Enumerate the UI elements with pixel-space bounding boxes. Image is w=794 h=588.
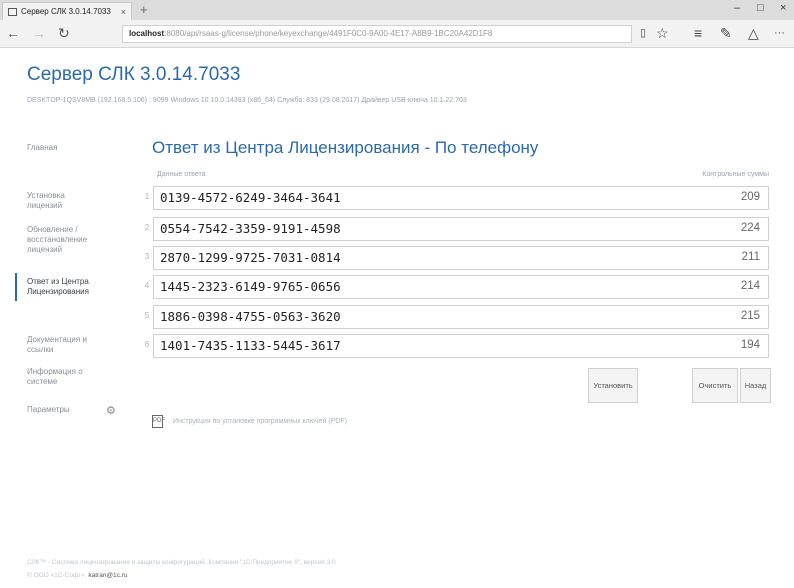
forward-arrow-icon[interactable]: → bbox=[32, 24, 46, 42]
tab-title: Сервер СЛК 3.0.14.7033 bbox=[21, 7, 111, 16]
back-button[interactable]: Назад bbox=[740, 368, 771, 403]
response-code-input[interactable]: 1445-2323-6149-9765-0656 214 bbox=[153, 275, 769, 299]
checksum: 214 bbox=[740, 280, 760, 292]
row-index: 6 bbox=[144, 340, 150, 349]
response-code: 0554-7542-3359-9191-4598 bbox=[160, 221, 341, 236]
response-code: 1886-0398-4755-0563-3620 bbox=[160, 309, 341, 324]
browser-navbar: ← → ↻ localhost:8080/api/rsaas-g/license… bbox=[0, 20, 794, 48]
response-row: 2 0554-7542-3359-9191-4598 224 bbox=[142, 217, 769, 241]
app-title: Сервер СЛК 3.0.14.7033 bbox=[27, 64, 241, 85]
column-header-checksums: Контрольные суммы bbox=[702, 171, 769, 178]
row-index: 1 bbox=[144, 192, 150, 201]
window-close-icon[interactable]: × bbox=[780, 2, 786, 14]
row-index: 2 bbox=[144, 223, 150, 232]
footer-copyright: СЛК™ - Система лицензирования и защиты к… bbox=[27, 559, 336, 566]
response-row: 1 0139-4572-6249-3464-3641 209 bbox=[142, 186, 769, 210]
checksum: 194 bbox=[740, 339, 760, 351]
row-index: 5 bbox=[144, 311, 150, 320]
footer-company: © ООО «1С-Софт», bbox=[27, 572, 87, 579]
response-row: 5 1886-0398-4755-0563-3620 215 bbox=[142, 305, 769, 329]
response-row: 6 1401-7435-1133-5445-3617 194 bbox=[142, 334, 769, 358]
response-code-input[interactable]: 0139-4572-6249-3464-3641 209 bbox=[153, 186, 769, 210]
response-row: 3 2870-1299-9725-7031-0814 211 bbox=[142, 246, 769, 270]
response-code: 1401-7435-1133-5445-3617 bbox=[160, 338, 341, 353]
sidebar-item-license-center-response[interactable]: Ответ из Центра Лицензирования bbox=[27, 277, 117, 297]
sidebar-item-install-licenses[interactable]: Установка лицензий bbox=[27, 191, 97, 211]
sidebar-item-documentation[interactable]: Документация и ссылки bbox=[27, 335, 99, 355]
share-icon[interactable]: △ bbox=[748, 24, 759, 42]
sidebar-item-settings[interactable]: Параметры bbox=[27, 405, 87, 415]
page-heading: Ответ из Центра Лицензирования - По теле… bbox=[152, 138, 539, 157]
browser-tab-strip: Сервер СЛК 3.0.14.7033 × + – □ × bbox=[0, 0, 794, 20]
response-code-input[interactable]: 1401-7435-1133-5445-3617 194 bbox=[153, 334, 769, 358]
install-button[interactable]: Установить bbox=[588, 368, 638, 403]
sidebar-item-update-licenses[interactable]: Обновление / восстановление лицензий bbox=[27, 225, 109, 255]
row-index: 3 bbox=[144, 252, 150, 261]
maximize-icon[interactable]: □ bbox=[757, 2, 764, 14]
column-header-response-data: Данные ответа bbox=[157, 171, 206, 178]
tab-page-icon bbox=[8, 7, 17, 16]
address-host: localhost bbox=[129, 29, 165, 38]
clear-button[interactable]: Очистить bbox=[692, 368, 738, 403]
app-system-info: DESKTOP-1QSV8MB (192.168.5.106) : 9099 W… bbox=[27, 97, 467, 104]
response-row: 4 1445-2323-6149-9765-0656 214 bbox=[142, 275, 769, 299]
favorite-star-icon[interactable]: ☆ bbox=[656, 24, 669, 42]
sidebar-item-system-info[interactable]: Информация о системе bbox=[27, 367, 99, 387]
response-code: 2870-1299-9725-7031-0814 bbox=[160, 250, 341, 265]
web-notes-icon[interactable]: ✎ bbox=[720, 24, 732, 42]
row-index: 4 bbox=[144, 281, 150, 290]
tab-close-icon[interactable]: × bbox=[121, 7, 126, 17]
browser-tab[interactable]: Сервер СЛК 3.0.14.7033 × bbox=[2, 2, 132, 20]
response-code-input[interactable]: 1886-0398-4755-0563-3620 215 bbox=[153, 305, 769, 329]
sidebar-active-indicator bbox=[15, 273, 17, 301]
gear-icon: ⚙ bbox=[106, 405, 116, 417]
response-code-input[interactable]: 2870-1299-9725-7031-0814 211 bbox=[153, 246, 769, 270]
checksum: 211 bbox=[741, 251, 760, 263]
checksum: 209 bbox=[740, 191, 760, 203]
refresh-icon[interactable]: ↻ bbox=[58, 24, 70, 42]
minimize-icon[interactable]: – bbox=[734, 2, 740, 14]
checksum: 224 bbox=[740, 222, 760, 234]
new-tab-icon[interactable]: + bbox=[140, 3, 148, 17]
footer-contact: © ООО «1С-Софт», katran@1c.ru bbox=[27, 572, 128, 579]
pdf-file-icon: PDF bbox=[152, 415, 165, 428]
response-code: 1445-2323-6149-9765-0656 bbox=[160, 279, 341, 294]
address-bar[interactable]: localhost:8080/api/rsaas-g/license/phone… bbox=[122, 25, 632, 43]
pdf-instruction-link[interactable]: Инструкция по установке программных ключ… bbox=[173, 418, 347, 425]
response-code: 0139-4572-6249-3464-3641 bbox=[160, 190, 341, 205]
sidebar-item-home[interactable]: Главная bbox=[27, 143, 122, 153]
checksum: 215 bbox=[740, 310, 760, 322]
response-code-input[interactable]: 0554-7542-3359-9191-4598 224 bbox=[153, 217, 769, 241]
reading-view-icon[interactable]: ▯ bbox=[640, 24, 646, 42]
footer-email-link[interactable]: katran@1c.ru bbox=[88, 572, 127, 579]
hub-icon[interactable]: ≡ bbox=[694, 24, 702, 42]
address-path: :8080/api/rsaas-g/license/phone/keyexcha… bbox=[164, 29, 493, 38]
more-icon[interactable]: ··· bbox=[774, 24, 785, 42]
back-arrow-icon[interactable]: ← bbox=[6, 24, 20, 42]
